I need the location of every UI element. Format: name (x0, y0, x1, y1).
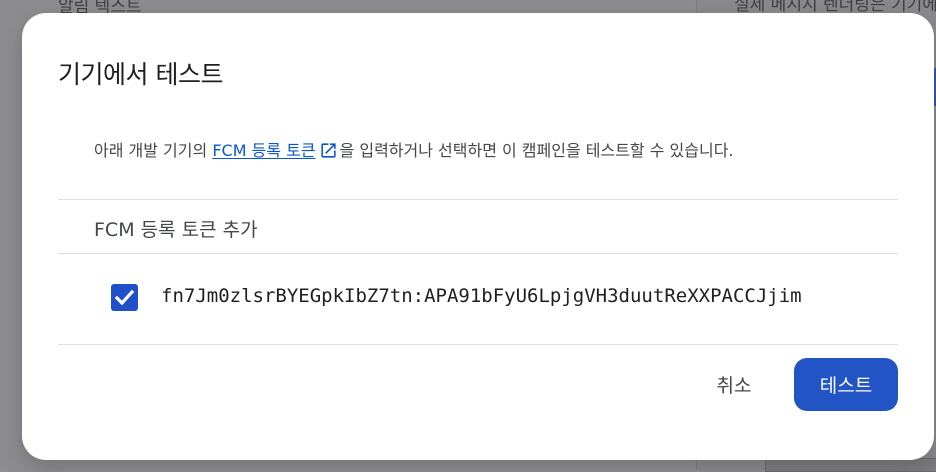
fcm-token-link-label: FCM 등록 토큰 (212, 141, 316, 160)
divider (58, 344, 898, 345)
divider (58, 199, 898, 200)
open-in-new-icon[interactable] (319, 141, 338, 164)
add-fcm-token-input[interactable]: FCM 등록 토큰 추가 (94, 215, 258, 242)
divider (58, 253, 898, 254)
fcm-token-value: fn7Jm0zlsrBYEGpkIbZ7tn:APA91bFyU6LpjgVH3… (161, 285, 802, 307)
test-button[interactable]: 테스트 (794, 358, 898, 411)
cancel-button[interactable]: 취소 (694, 358, 774, 410)
token-checkbox[interactable] (111, 284, 138, 311)
fcm-token-link[interactable]: FCM 등록 토큰 (212, 141, 315, 160)
checkmark-icon (114, 289, 135, 306)
description-suffix: 을 입력하거나 선택하면 이 캠페인을 테스트할 수 있습니다. (339, 141, 734, 160)
description-prefix: 아래 개발 기기의 (94, 141, 213, 160)
dialog-title: 기기에서 테스트 (58, 60, 223, 89)
test-on-device-dialog: 기기에서 테스트 아래 개발 기기의 FCM 등록 토큰 을 입력하거나 선택하면… (22, 13, 934, 460)
dialog-description: 아래 개발 기기의 FCM 등록 토큰 을 입력하거나 선택하면 이 캠페인을 테… (94, 137, 734, 164)
